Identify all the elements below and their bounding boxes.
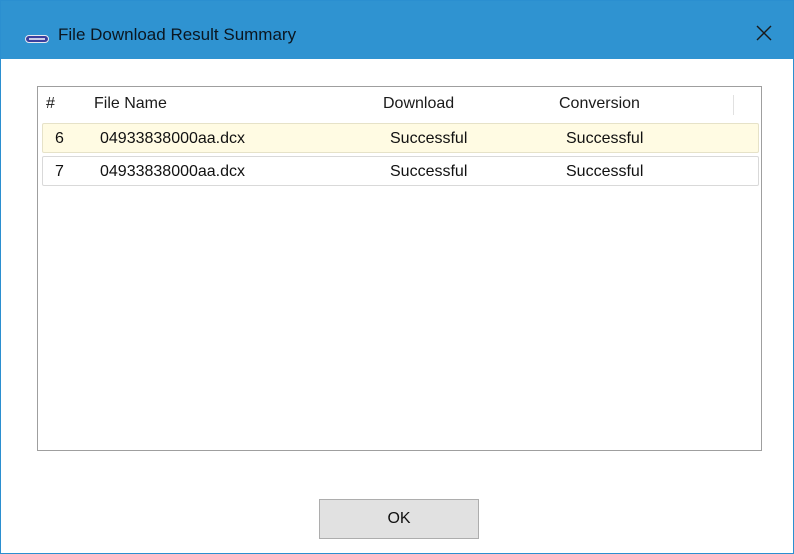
close-icon [756, 25, 772, 46]
results-list-view[interactable]: # File Name Download Conversion 6 049338… [37, 86, 762, 451]
column-header-file-name[interactable]: File Name [94, 95, 167, 113]
row-download-status: Successful [390, 163, 468, 180]
row-number: 6 [55, 130, 64, 147]
title-bar[interactable]: File Download Result Summary [1, 1, 793, 59]
list-header: # File Name Download Conversion [38, 87, 761, 119]
ok-button[interactable]: OK [319, 499, 479, 539]
row-download-status: Successful [390, 130, 468, 147]
row-file-name: 04933838000aa.dcx [100, 130, 246, 147]
column-header-download[interactable]: Download [383, 95, 454, 113]
dialog-window: File Download Result Summary # File Name… [0, 0, 794, 554]
window-title: File Download Result Summary [58, 25, 297, 44]
app-dash-icon [25, 30, 49, 43]
column-separator[interactable] [733, 95, 734, 115]
row-conversion-status: Successful [566, 130, 644, 147]
row-file-name: 04933838000aa.dcx [100, 163, 246, 180]
row-number: 7 [55, 163, 64, 180]
row-conversion-status: Successful [566, 163, 644, 180]
column-header-number[interactable]: # [46, 95, 55, 113]
close-button[interactable] [745, 17, 783, 53]
column-header-conversion[interactable]: Conversion [559, 95, 640, 113]
table-row[interactable]: 6 04933838000aa.dcx Successful Successfu… [42, 123, 759, 153]
table-row[interactable]: 7 04933838000aa.dcx Successful Successfu… [42, 156, 759, 186]
